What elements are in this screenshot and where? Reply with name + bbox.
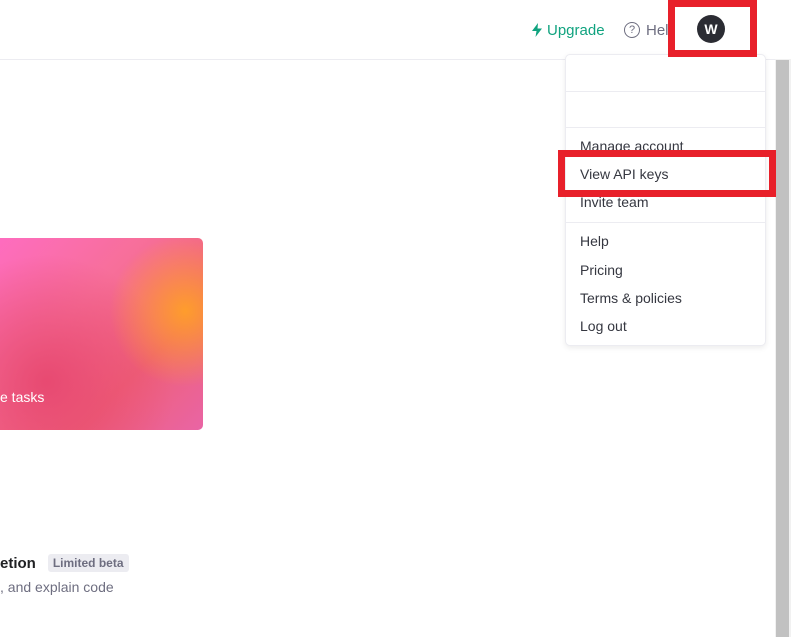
menu-divider	[566, 91, 765, 92]
lightning-bolt-icon	[532, 23, 542, 37]
limited-beta-badge: Limited beta	[47, 554, 129, 572]
menu-divider	[566, 222, 765, 223]
user-avatar-button[interactable]: W	[697, 15, 725, 43]
top-navigation-bar: Upgrade ? Help	[0, 0, 775, 60]
question-circle-icon: ?	[624, 22, 640, 38]
hero-card-caption: e tasks	[0, 389, 45, 405]
vertical-scrollbar-thumb[interactable]	[776, 60, 789, 637]
menu-item-help[interactable]: Help	[580, 233, 609, 249]
upgrade-link[interactable]: Upgrade	[531, 20, 605, 40]
menu-item-log-out[interactable]: Log out	[580, 318, 627, 334]
help-link[interactable]: ? Help	[624, 20, 674, 40]
menu-item-pricing[interactable]: Pricing	[580, 262, 623, 278]
menu-divider	[566, 127, 765, 128]
avatar-initial: W	[704, 21, 718, 37]
account-dropdown-menu: Manage account View API keys Invite team…	[565, 54, 766, 346]
upgrade-label: Upgrade	[547, 21, 605, 39]
feature-description: , and explain code	[0, 579, 114, 595]
feature-heading: etion Limited beta	[0, 553, 129, 573]
menu-item-view-api-keys[interactable]: View API keys	[580, 166, 668, 182]
feature-title: etion	[0, 554, 36, 572]
menu-item-terms-policies[interactable]: Terms & policies	[580, 290, 682, 306]
menu-item-invite-team[interactable]: Invite team	[580, 194, 648, 210]
help-label: Help	[646, 21, 674, 39]
menu-item-manage-account[interactable]: Manage account	[580, 138, 684, 154]
